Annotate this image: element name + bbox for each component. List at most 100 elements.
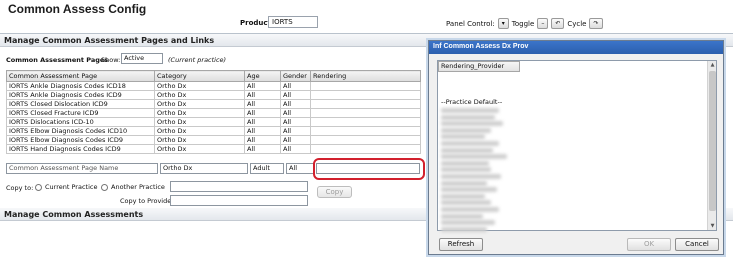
- copy-to-provider-input[interactable]: [170, 195, 308, 206]
- panel-control: Panel Control: ▾ Toggle – ↶ Cycle ↷: [446, 18, 603, 29]
- redacted-provider-item[interactable]: [441, 154, 507, 160]
- collapse-icon[interactable]: –: [537, 18, 549, 29]
- copy-to-provider-label: Copy to Provider:: [120, 197, 176, 205]
- redacted-provider-item[interactable]: [441, 141, 499, 146]
- col-category[interactable]: Category: [154, 70, 245, 82]
- copy-button[interactable]: Copy: [317, 186, 352, 198]
- provider-dialog: Inf Common Assess Dx Prov Rendering_Prov…: [428, 40, 724, 255]
- redacted-provider-item[interactable]: [441, 167, 491, 173]
- new-gender-select[interactable]: All: [286, 163, 314, 174]
- table-row[interactable]: IORTS Dislocations ICD-10 Ortho Dx All All: [6, 117, 421, 127]
- scroll-down-icon[interactable]: ▼: [708, 222, 717, 230]
- product-label: Product: [240, 19, 271, 27]
- page-cell: IORTS Ankle Diagnosis Codes ICD9: [6, 90, 155, 100]
- rendering-highlight: [313, 158, 425, 180]
- scroll-thumb[interactable]: [709, 71, 716, 211]
- current-practice-option[interactable]: Current Practice: [35, 183, 97, 191]
- another-practice-radio[interactable]: [101, 183, 108, 191]
- gender-cell: All: [280, 99, 311, 109]
- another-practice-option[interactable]: Another Practice: [101, 183, 165, 191]
- provider-list-scrollbar[interactable]: ▲ ▼: [707, 61, 716, 230]
- new-category-select[interactable]: Ortho Dx: [160, 163, 248, 174]
- category-cell: Ortho Dx: [154, 135, 245, 145]
- category-cell: Ortho Dx: [154, 117, 245, 127]
- category-cell: Ortho Dx: [154, 81, 245, 91]
- table-row[interactable]: IORTS Hand Diagnosis Codes ICD9 Ortho Dx A…: [6, 144, 421, 154]
- redacted-provider-item[interactable]: [441, 187, 497, 193]
- category-cell: Ortho Dx: [154, 90, 245, 100]
- category-cell: Ortho Dx: [154, 108, 245, 118]
- col-page[interactable]: Common Assessment Page: [6, 70, 155, 82]
- redacted-provider-item[interactable]: [441, 213, 483, 219]
- gender-cell: All: [280, 135, 311, 145]
- age-cell: All: [244, 126, 281, 136]
- another-practice-label[interactable]: Another Practice: [111, 183, 165, 191]
- cycle-forward-icon[interactable]: ↷: [589, 18, 603, 29]
- product-input[interactable]: IORTS: [268, 16, 318, 28]
- redacted-provider-item[interactable]: [441, 174, 501, 179]
- redacted-provider-item[interactable]: [441, 160, 489, 166]
- redacted-provider-item[interactable]: [441, 193, 485, 199]
- redacted-provider-item[interactable]: [441, 200, 491, 206]
- gender-cell: All: [280, 90, 311, 100]
- col-gender[interactable]: Gender: [280, 70, 311, 82]
- rendering-cell: [310, 99, 421, 109]
- age-cell: All: [244, 81, 281, 91]
- page-title: Common Assess Config: [8, 2, 147, 16]
- redacted-provider-item[interactable]: [441, 108, 499, 113]
- table-row[interactable]: IORTS Closed Dislocation ICD9 Ortho Dx All…: [6, 99, 421, 109]
- redacted-provider-item[interactable]: [441, 121, 503, 127]
- col-rendering[interactable]: Rendering: [310, 70, 421, 82]
- table-row[interactable]: IORTS Elbow Diagnosis Codes ICD9 Ortho Dx…: [6, 135, 421, 145]
- redacted-provider-item[interactable]: [441, 147, 493, 153]
- current-practice-label[interactable]: Current Practice: [45, 183, 97, 191]
- ok-button[interactable]: OK: [627, 238, 671, 251]
- table-row[interactable]: IORTS Elbow Diagnosis Codes ICD10 Ortho D…: [6, 126, 421, 136]
- cycle-back-icon[interactable]: ↶: [551, 18, 565, 29]
- age-cell: All: [244, 90, 281, 100]
- rendering-provider-header[interactable]: Rendering_Provider: [438, 61, 520, 72]
- scroll-up-icon[interactable]: ▲: [708, 61, 717, 69]
- table-row[interactable]: IORTS Ankle Diagnosis Codes ICD9 Ortho Dx…: [6, 90, 421, 100]
- category-cell: Ortho Dx: [154, 144, 245, 154]
- table-row[interactable]: IORTS Closed Fracture ICD9 Ortho Dx All All: [6, 108, 421, 118]
- redacted-provider-item[interactable]: [441, 134, 485, 140]
- col-age[interactable]: Age: [244, 70, 281, 82]
- rendering-cell: [310, 81, 421, 91]
- new-page-name-input[interactable]: Common Assessment Page Name: [6, 163, 158, 174]
- redacted-provider-item[interactable]: [441, 207, 499, 212]
- dialog-title: Inf Common Assess Dx Prov: [429, 41, 723, 54]
- rendering-cell: [310, 126, 421, 136]
- redacted-provider-item[interactable]: [441, 180, 487, 186]
- gender-cell: All: [280, 144, 311, 154]
- gender-cell: All: [280, 126, 311, 136]
- page-cell: IORTS Dislocations ICD-10: [6, 117, 155, 127]
- toggle-label[interactable]: Toggle: [512, 20, 535, 28]
- age-cell: All: [244, 144, 281, 154]
- current-practice-radio[interactable]: [35, 183, 42, 191]
- redacted-provider-item[interactable]: [441, 226, 487, 232]
- show-select[interactable]: Active: [121, 53, 163, 64]
- table-row[interactable]: IORTS Ankle Diagnosis Codes ICD18 Ortho D…: [6, 81, 421, 91]
- copy-to-label: Copy to:: [6, 184, 34, 192]
- redacted-provider-item[interactable]: [441, 114, 495, 120]
- cancel-button[interactable]: Cancel: [675, 238, 719, 251]
- page-cell: IORTS Hand Diagnosis Codes ICD9: [6, 144, 155, 154]
- redacted-provider-item[interactable]: [441, 220, 495, 226]
- redacted-provider-item[interactable]: [441, 127, 491, 133]
- page-cell: IORTS Closed Dislocation ICD9: [6, 99, 155, 109]
- new-age-select[interactable]: Adult: [250, 163, 284, 174]
- gender-cell: All: [280, 81, 311, 91]
- refresh-button[interactable]: Refresh: [439, 238, 483, 251]
- cycle-label[interactable]: Cycle: [567, 20, 586, 28]
- current-practice-note: (Current practice): [168, 56, 227, 64]
- practice-default-item[interactable]: --Practice Default--: [441, 98, 502, 106]
- table-header-row: Common Assessment Page Category Age Gend…: [6, 70, 421, 82]
- page-cell: IORTS Elbow Diagnosis Codes ICD9: [6, 135, 155, 145]
- rendering-cell: [310, 90, 421, 100]
- rendering-cell: [310, 135, 421, 145]
- copy-to-practice-input[interactable]: [170, 181, 308, 192]
- age-cell: All: [244, 108, 281, 118]
- pages-table: Common Assessment Page Category Age Gend…: [6, 70, 421, 154]
- toggle-icon[interactable]: ▾: [497, 18, 509, 29]
